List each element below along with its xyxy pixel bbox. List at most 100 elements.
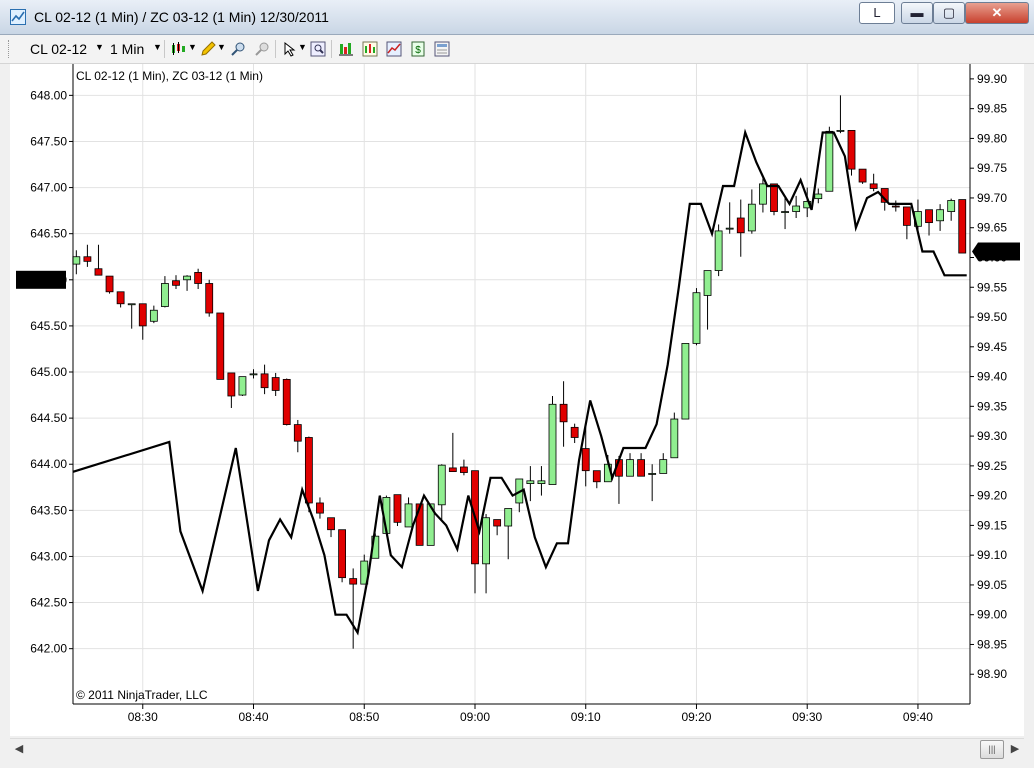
candle [471,470,479,594]
candle-body [116,291,125,305]
candle-body [293,424,302,442]
candle [504,508,513,560]
candle [725,202,734,234]
candle [792,195,801,219]
candle-body [692,292,701,344]
candle-body [736,217,745,234]
candle-body [404,503,413,528]
minimize-button[interactable]: ▬ [901,2,933,24]
chart-app-icon [10,9,26,25]
zoom-out-icon[interactable] [254,41,270,57]
right-price-marker: 99.61 [972,242,1020,261]
data-series-icon[interactable] [338,41,354,57]
candle-body [670,418,679,459]
candle-body [825,130,834,192]
candle-body [94,268,103,276]
right-tick-label: 99.55 [977,280,1007,294]
candle-body [271,377,280,391]
scroll-right-icon[interactable]: ▶ [1008,741,1022,757]
strategies-icon[interactable] [386,41,402,57]
zoom-in-icon[interactable] [230,41,246,57]
candle-body [781,211,789,213]
candle [437,464,446,520]
drawing-tool-dropdown-icon[interactable]: ▼ [217,42,226,52]
left-tick-label: 647.00 [30,181,67,195]
candle [947,198,956,221]
left-price-marker-text: 646.00 [23,273,60,287]
candle [747,189,756,234]
maximize-button[interactable]: ▢ [933,2,965,24]
candle-body [304,437,313,504]
price-chart[interactable]: 08:30 08:40 08:50 09:00 09:10 09:20 09:30 09:40… [10,64,1024,736]
indicators-icon[interactable] [362,41,378,57]
candle-body [448,467,457,473]
horizontal-scrollbar[interactable]: ◀ ||| ▶ [10,738,1024,759]
candle [172,275,180,290]
candle [482,514,490,594]
candle-body [482,517,490,565]
left-tick-label: 647.50 [30,134,67,148]
candle-body [327,517,335,531]
chart-panel[interactable]: 08:30 08:40 08:50 09:00 09:10 09:20 09:30 09:40… [10,64,1024,736]
candle [404,497,413,528]
candle-body [902,206,911,226]
drawing-tool-icon[interactable] [200,41,216,57]
left-tick-label: 648.00 [30,88,67,102]
candle-body [260,373,269,389]
left-price-marker: 646.00 [16,270,66,289]
candle [814,188,823,204]
candle-body [725,227,734,230]
copyright-label: © 2011 NinjaTrader, LLC [76,688,208,702]
candle [958,199,967,254]
right-tick-label: 99.25 [977,459,1007,473]
toolbar-grip[interactable] [8,40,12,58]
right-price-marker-text: 99.61 [982,245,1012,259]
candle-body [183,275,191,281]
candle-body [194,272,203,284]
right-tick-label: 99.35 [977,399,1007,413]
close-button[interactable]: ✕ [965,2,1029,24]
candle [216,312,225,380]
scroll-thumb[interactable]: ||| [980,740,1004,759]
cursor-dropdown-icon[interactable]: ▼ [298,42,307,52]
chart-trader-icon[interactable] [434,41,450,57]
interval-dropdown-icon[interactable]: ▼ [153,42,162,52]
candle-body [559,403,568,423]
properties-icon[interactable]: $ [410,41,426,57]
chart-style-icon[interactable] [170,41,186,57]
cursor-icon[interactable] [282,41,298,57]
candle-body [227,372,236,397]
candle [659,453,668,474]
instrument-dropdown-icon[interactable]: ▼ [95,42,104,52]
title-bar[interactable]: CL 02-12 (1 Min) / ZC 03-12 (1 Min) 12/3… [0,0,1034,35]
x-tick-label: 09:00 [460,710,490,724]
candle-body [437,464,446,506]
overlay-line [72,128,967,636]
scroll-left-icon[interactable]: ◀ [12,741,26,757]
candle [902,206,911,240]
candle [282,378,291,426]
candle-body [316,502,324,514]
magnifier-icon[interactable] [310,41,326,57]
candle-body [349,578,358,585]
candle-body [338,529,347,579]
candle-body [105,275,114,293]
toolbar-separator [164,40,165,58]
interval-selector[interactable]: 1 Min [110,41,144,57]
candle [349,568,358,649]
chart-style-dropdown-icon[interactable]: ▼ [188,42,197,52]
instrument-selector[interactable]: CL 02-12 [30,41,87,57]
candle-body [925,209,933,224]
candle-body [537,480,546,484]
link-button[interactable]: L [859,2,895,24]
right-tick-label: 99.10 [977,548,1007,562]
candle [260,364,269,395]
candle [615,455,623,504]
window-title: CL 02-12 (1 Min) / ZC 03-12 (1 Min) 12/3… [34,9,329,25]
candle-body [891,205,900,208]
right-tick-label: 99.30 [977,429,1007,443]
candle-body [958,199,967,254]
candle [194,268,203,290]
candle-body [149,309,158,322]
candle-body [526,480,535,484]
